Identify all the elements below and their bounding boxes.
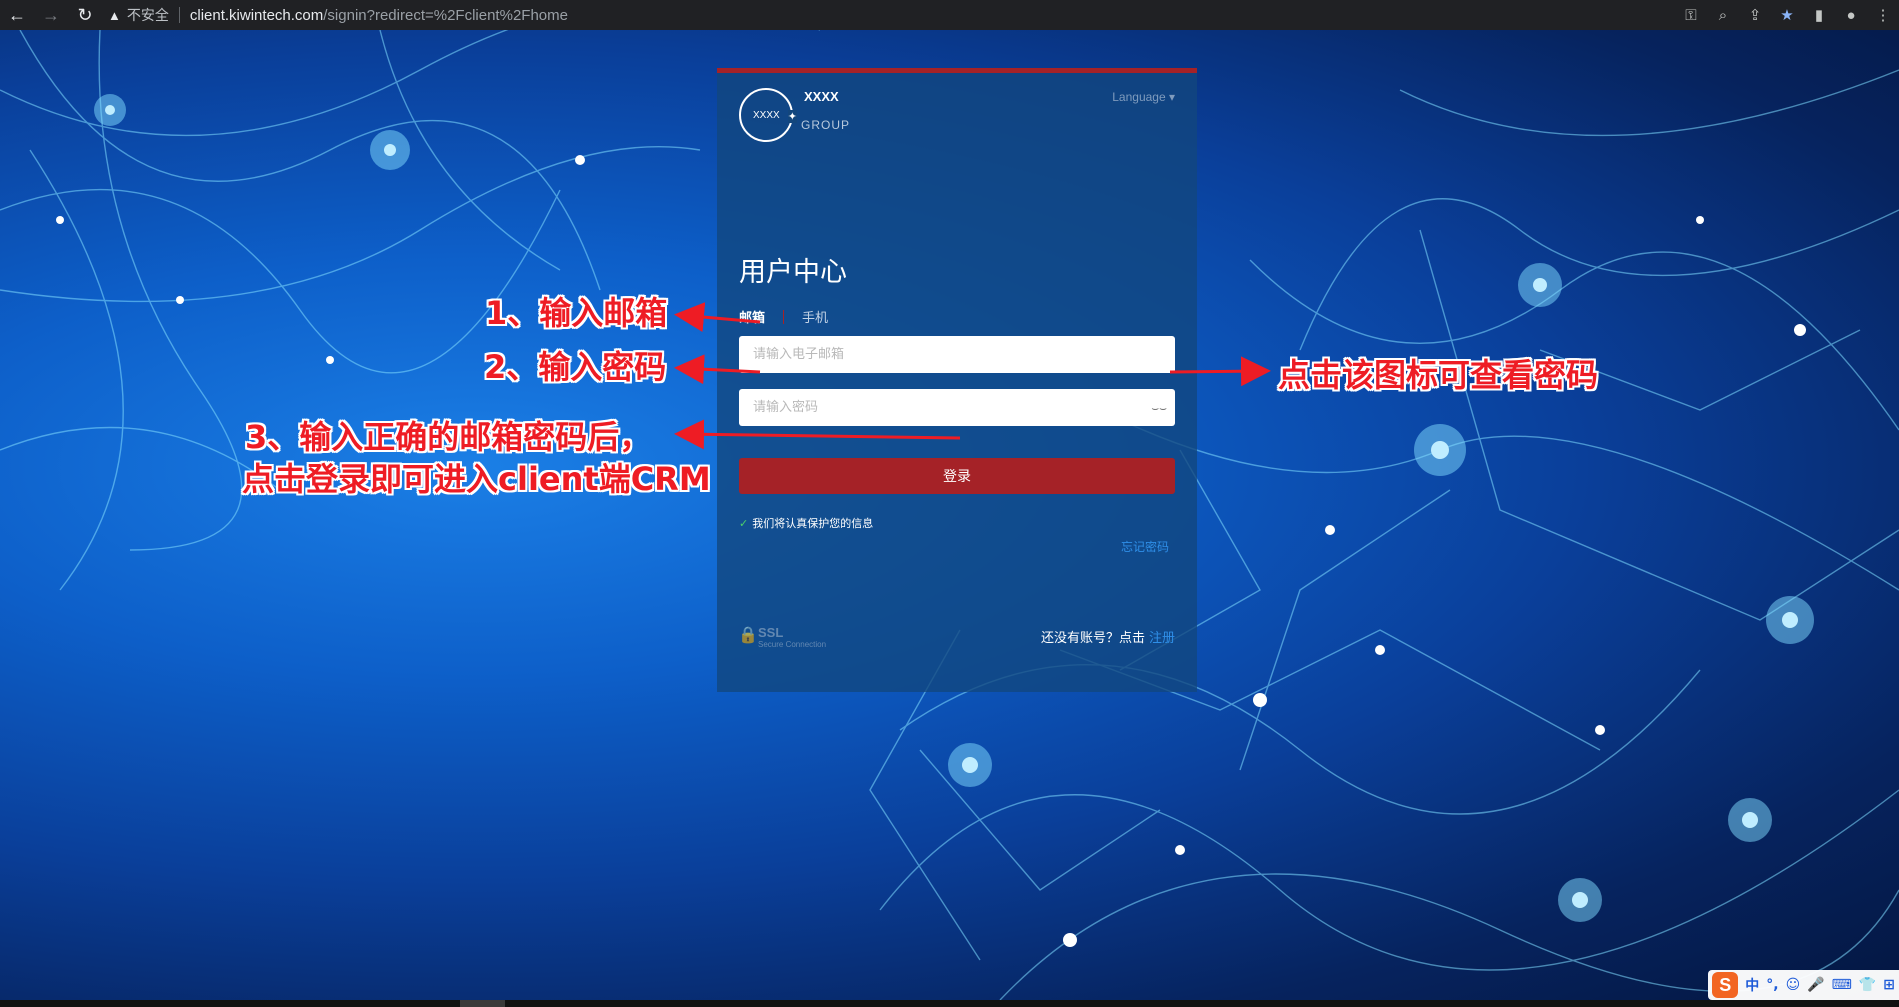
ime-skin-icon[interactable]: 👕 [1859, 977, 1876, 993]
annotation-step3-line1: 3、输入正确的邮箱密码后， [245, 418, 652, 456]
share-icon[interactable]: ⇪ [1739, 0, 1771, 30]
zoom-icon[interactable]: ⌕ [1707, 0, 1739, 30]
arrow-eye-hint [1169, 356, 1271, 387]
browser-toolbar: ← → ↻ ▲ 不安全 client.kiwintech.com /signin… [0, 0, 1899, 30]
annotation-step3-line2: 点击登录即可进入client端CRM [242, 460, 711, 498]
warning-icon: ▲ [108, 7, 121, 23]
browser-actions: ⚿ ⌕ ⇪ ★ ▮ ● ⋮ [1675, 0, 1899, 30]
profile-icon[interactable]: ● [1835, 0, 1867, 30]
arrow-step1 [674, 302, 761, 333]
address-divider [178, 7, 180, 23]
bookmark-star-icon[interactable]: ★ [1771, 0, 1803, 30]
reload-icon[interactable]: ↻ [68, 0, 102, 30]
ime-toolbox-icon[interactable]: ⊞ [1883, 977, 1895, 993]
taskbar-item[interactable] [460, 1000, 505, 1007]
annotation-step2: 2、输入密码 [484, 348, 667, 386]
menu-icon[interactable]: ⋮ [1867, 0, 1899, 30]
forward-icon[interactable]: → [34, 0, 68, 30]
side-panel-icon[interactable]: ▮ [1803, 0, 1835, 30]
annotation-step1: 1、输入邮箱 [485, 294, 668, 332]
address-bar[interactable]: ▲ 不安全 client.kiwintech.com /signin?redir… [108, 0, 568, 30]
insecure-label: 不安全 [126, 7, 169, 23]
ime-toolbar: S 中 °, ☺ 🎤 ⌨ 👕 ⊞ [1708, 970, 1899, 1000]
arrow-step3 [674, 419, 961, 450]
ime-emoji-icon[interactable]: ☺ [1786, 977, 1801, 993]
url-path: /signin?redirect=%2Fclient%2Fhome [323, 6, 568, 24]
taskbar [0, 1000, 1899, 1007]
key-icon[interactable]: ⚿ [1675, 0, 1707, 30]
ime-voice-icon[interactable]: 🎤 [1807, 977, 1824, 993]
page-background: XXXX ✦ XXXX GROUP Language ▾ 用户中心 邮箱 手机 … [0, 30, 1899, 1000]
back-icon[interactable]: ← [0, 0, 34, 30]
url-host: client.kiwintech.com [189, 6, 324, 24]
annotation-arrows [674, 302, 1271, 450]
ime-punctuation-icon[interactable]: °, [1766, 977, 1778, 993]
ime-mode-chinese[interactable]: 中 [1745, 975, 1759, 995]
sogou-ime-icon[interactable]: S [1712, 972, 1739, 998]
ime-keyboard-icon[interactable]: ⌨ [1832, 977, 1852, 993]
arrow-step2 [674, 354, 761, 385]
annotation-eye-hint: 点击该图标可查看密码 [1278, 356, 1599, 394]
